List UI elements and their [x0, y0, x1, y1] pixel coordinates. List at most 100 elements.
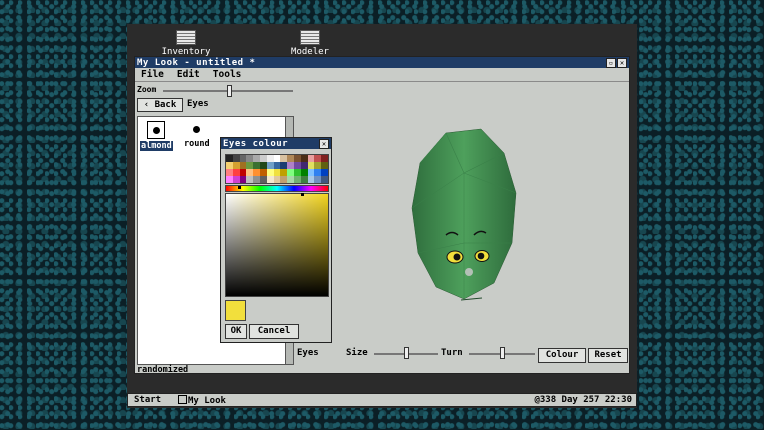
- taskbar-item-my-look[interactable]: My Look: [178, 395, 226, 406]
- ok-button[interactable]: OK: [225, 324, 247, 339]
- palette-swatch[interactable]: [273, 169, 281, 176]
- palette-swatch[interactable]: [321, 176, 328, 183]
- palette-swatch[interactable]: [307, 162, 315, 169]
- document-icon: [176, 30, 196, 45]
- palette-swatch[interactable]: [239, 155, 247, 162]
- palette-swatch[interactable]: [232, 169, 240, 176]
- turn-label: Turn: [441, 348, 463, 358]
- palette-swatch[interactable]: [253, 155, 260, 162]
- eyes-colour-dialog: Eyes colour ✕ OK Cancel: [220, 137, 332, 343]
- palette-swatch[interactable]: [246, 176, 254, 183]
- palette-swatch[interactable]: [266, 169, 274, 176]
- palette-swatch[interactable]: [321, 169, 328, 176]
- close-icon[interactable]: ✕: [617, 57, 627, 68]
- desktop-icon-inventory[interactable]: Inventory: [151, 30, 221, 57]
- window-title: My Look - untitled *: [137, 57, 256, 68]
- palette-swatch[interactable]: [232, 155, 240, 162]
- palette-swatch[interactable]: [280, 169, 288, 176]
- palette-swatch[interactable]: [232, 176, 240, 183]
- list-item-label: round: [184, 139, 210, 149]
- palette-swatch[interactable]: [246, 162, 254, 169]
- palette-swatch[interactable]: [287, 162, 294, 169]
- hue-marker: [238, 186, 241, 189]
- palette-swatch[interactable]: [253, 169, 260, 176]
- document-icon: [300, 30, 320, 45]
- palette-swatch[interactable]: [294, 162, 301, 169]
- menu-file[interactable]: File: [141, 69, 164, 80]
- breadcrumb: Eyes: [187, 99, 209, 109]
- palette-swatch[interactable]: [273, 162, 281, 169]
- palette-swatch[interactable]: [273, 176, 281, 183]
- palette-swatch[interactable]: [226, 169, 233, 176]
- desktop-icon-modeler[interactable]: Modeler: [275, 30, 345, 57]
- palette-swatch[interactable]: [253, 162, 260, 169]
- palette-swatch[interactable]: [239, 176, 247, 183]
- list-item-round[interactable]: round: [184, 121, 210, 149]
- palette-swatch[interactable]: [300, 176, 308, 183]
- menu-tools[interactable]: Tools: [213, 69, 242, 80]
- saturation-marker: [301, 193, 304, 196]
- palette-swatch[interactable]: [260, 169, 267, 176]
- start-button[interactable]: Start: [134, 395, 161, 405]
- palette-swatch[interactable]: [226, 155, 233, 162]
- palette-swatch[interactable]: [246, 155, 254, 162]
- chevron-left-icon: ‹: [143, 100, 150, 110]
- status-text: randomized: [137, 365, 189, 375]
- palette-swatch[interactable]: [307, 176, 315, 183]
- cancel-button[interactable]: Cancel: [249, 324, 299, 339]
- palette-swatch[interactable]: [280, 162, 288, 169]
- dialog-title: Eyes colour: [223, 138, 289, 149]
- palette-swatch[interactable]: [280, 176, 288, 183]
- palette-swatch[interactable]: [287, 155, 294, 162]
- palette-swatch[interactable]: [287, 169, 294, 176]
- palette-swatch[interactable]: [294, 176, 301, 183]
- palette-swatch[interactable]: [226, 162, 233, 169]
- colour-button[interactable]: Colour: [538, 348, 586, 363]
- saturation-field[interactable]: [225, 193, 329, 297]
- palette-swatch[interactable]: [266, 176, 274, 183]
- palette-swatch[interactable]: [266, 162, 274, 169]
- window-titlebar[interactable]: My Look - untitled * ▫ ✕: [135, 57, 629, 68]
- palette-swatch[interactable]: [307, 155, 315, 162]
- reset-button[interactable]: Reset: [588, 348, 628, 363]
- taskbar: Start My Look @338 Day 257 22:30: [127, 393, 637, 407]
- colour-palette[interactable]: [225, 154, 329, 184]
- palette-swatch[interactable]: [294, 155, 301, 162]
- palette-swatch[interactable]: [287, 176, 294, 183]
- dialog-titlebar[interactable]: Eyes colour ✕: [221, 138, 331, 149]
- avatar-head[interactable]: [406, 123, 526, 303]
- palette-swatch[interactable]: [246, 169, 254, 176]
- palette-swatch[interactable]: [280, 155, 288, 162]
- palette-swatch[interactable]: [239, 169, 247, 176]
- close-icon[interactable]: ✕: [319, 138, 329, 149]
- menu-bar: File Edit Tools: [135, 68, 629, 82]
- minimize-icon[interactable]: ▫: [606, 57, 616, 68]
- turn-slider-handle[interactable]: [500, 347, 505, 359]
- size-slider-handle[interactable]: [404, 347, 409, 359]
- taskbar-item-label: My Look: [188, 396, 226, 406]
- palette-swatch[interactable]: [260, 162, 267, 169]
- palette-swatch[interactable]: [294, 169, 301, 176]
- palette-swatch[interactable]: [260, 176, 267, 183]
- palette-swatch[interactable]: [266, 155, 274, 162]
- back-button[interactable]: ‹ Back: [137, 98, 183, 112]
- list-item-almond[interactable]: almond: [140, 121, 173, 151]
- palette-swatch[interactable]: [321, 162, 328, 169]
- palette-swatch[interactable]: [314, 162, 322, 169]
- palette-swatch[interactable]: [232, 162, 240, 169]
- palette-swatch[interactable]: [300, 155, 308, 162]
- menu-edit[interactable]: Edit: [177, 69, 200, 80]
- palette-swatch[interactable]: [260, 155, 267, 162]
- zoom-slider-handle[interactable]: [227, 85, 232, 97]
- palette-swatch[interactable]: [239, 162, 247, 169]
- palette-swatch[interactable]: [314, 176, 322, 183]
- palette-swatch[interactable]: [273, 155, 281, 162]
- palette-swatch[interactable]: [226, 176, 233, 183]
- palette-swatch[interactable]: [314, 169, 322, 176]
- palette-swatch[interactable]: [300, 162, 308, 169]
- palette-swatch[interactable]: [314, 155, 322, 162]
- palette-swatch[interactable]: [321, 155, 328, 162]
- palette-swatch[interactable]: [300, 169, 308, 176]
- palette-swatch[interactable]: [253, 176, 260, 183]
- palette-swatch[interactable]: [307, 169, 315, 176]
